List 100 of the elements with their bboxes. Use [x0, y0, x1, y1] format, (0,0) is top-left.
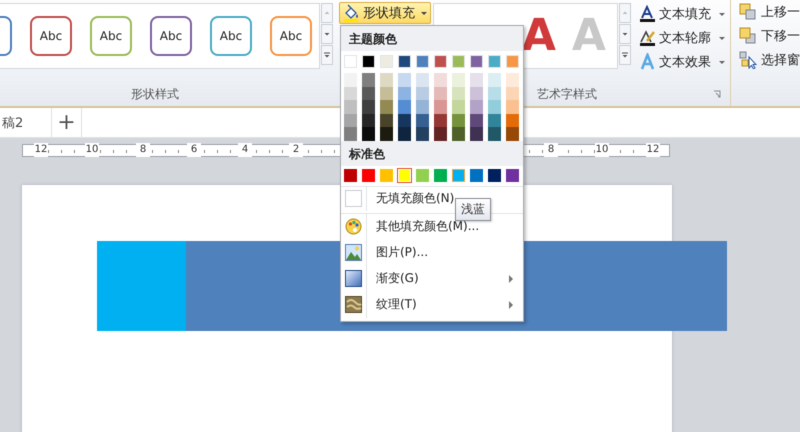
color-swatch[interactable]: [506, 168, 519, 182]
ruler-number: 4: [238, 143, 252, 157]
color-swatch[interactable]: [344, 100, 357, 114]
arrange-button[interactable]: 选择窗: [739, 50, 800, 70]
color-swatch[interactable]: [488, 127, 501, 140]
ruler-number: 2: [289, 143, 303, 157]
landscape-picture-icon: [345, 244, 362, 261]
scroll-down-button[interactable]: [321, 24, 333, 44]
color-swatch[interactable]: [434, 127, 447, 140]
color-swatch[interactable]: [380, 168, 393, 182]
color-swatch[interactable]: [362, 127, 375, 140]
shape-style-option[interactable]: Abc: [30, 16, 72, 56]
shape-style-option[interactable]: Abc: [150, 16, 192, 56]
color-swatch[interactable]: [488, 73, 501, 86]
color-swatch[interactable]: [398, 127, 411, 140]
shape-style-option[interactable]: Abc: [90, 16, 132, 56]
color-swatch[interactable]: [506, 86, 519, 100]
color-swatch[interactable]: [398, 114, 411, 127]
gradient-square-icon: [345, 270, 362, 287]
document-tab[interactable]: 稿2: [0, 108, 52, 137]
color-swatch[interactable]: [452, 127, 465, 140]
color-swatch[interactable]: [398, 168, 411, 182]
color-swatch[interactable]: [470, 73, 483, 86]
text-format-button[interactable]: 文本轮廓: [638, 28, 725, 48]
color-swatch[interactable]: [506, 127, 519, 140]
color-swatch[interactable]: [398, 100, 411, 114]
color-swatch[interactable]: [470, 127, 483, 140]
scroll-up-button[interactable]: [618, 3, 631, 23]
color-swatch[interactable]: [380, 100, 393, 114]
color-swatch[interactable]: [362, 168, 375, 182]
color-swatch[interactable]: [380, 73, 393, 86]
wordart-style-option[interactable]: A: [522, 11, 556, 61]
color-swatch[interactable]: [488, 86, 501, 100]
empty-square-icon: [345, 190, 362, 207]
ruler-number: 12: [34, 143, 48, 157]
color-swatch[interactable]: [380, 127, 393, 140]
text-effect-icon: [638, 53, 656, 71]
paint-bucket-icon: [343, 4, 361, 22]
ruler-number: 12: [646, 143, 660, 157]
more-button[interactable]: [618, 45, 631, 65]
new-tab-button[interactable]: +: [52, 108, 82, 137]
tooltip: 浅蓝: [455, 198, 491, 221]
arrange-button[interactable]: 下移一: [739, 26, 800, 46]
color-swatch[interactable]: [506, 114, 519, 127]
color-swatch[interactable]: [380, 114, 393, 127]
color-swatch[interactable]: [506, 100, 519, 114]
color-swatch[interactable]: [506, 73, 519, 86]
color-swatch[interactable]: [452, 114, 465, 127]
color-swatch[interactable]: [380, 86, 393, 100]
color-swatch[interactable]: [362, 100, 375, 114]
color-swatch[interactable]: [488, 168, 501, 182]
color-swatch[interactable]: [434, 100, 447, 114]
color-swatch[interactable]: [434, 86, 447, 100]
menu-heading: 标准色: [341, 140, 523, 166]
color-swatch[interactable]: [470, 168, 483, 182]
color-swatch[interactable]: [344, 73, 357, 86]
color-swatch[interactable]: [434, 168, 447, 182]
menu-item[interactable]: 图片(P)...: [341, 240, 523, 266]
color-swatch[interactable]: [416, 127, 429, 140]
color-swatch[interactable]: [488, 100, 501, 114]
color-swatch[interactable]: [362, 86, 375, 100]
color-swatch[interactable]: [344, 86, 357, 100]
color-swatch[interactable]: [416, 73, 429, 86]
text-format-button[interactable]: 文本填充: [638, 4, 725, 24]
color-swatch[interactable]: [434, 73, 447, 86]
color-swatch[interactable]: [452, 168, 465, 182]
menu-item[interactable]: 纹理(T): [341, 292, 523, 318]
menu-item[interactable]: 渐变(G): [341, 266, 523, 292]
color-swatch[interactable]: [470, 114, 483, 127]
arrange-button[interactable]: 上移一: [739, 2, 800, 22]
shape-fill-button[interactable]: 形状填充: [339, 2, 431, 24]
color-swatch[interactable]: [416, 114, 429, 127]
color-swatch[interactable]: [416, 100, 429, 114]
stacked-squares-icon: [739, 3, 757, 21]
text-format-button[interactable]: 文本效果: [638, 52, 725, 72]
color-swatch[interactable]: [416, 86, 429, 100]
color-swatch[interactable]: [452, 73, 465, 86]
ruler-number: 6: [187, 143, 201, 157]
color-swatch[interactable]: [362, 114, 375, 127]
ruler-number: 10: [595, 143, 609, 157]
color-swatch[interactable]: [398, 86, 411, 100]
group-label: 形状样式: [130, 86, 180, 103]
dialog-launcher-icon[interactable]: [713, 90, 722, 99]
color-swatch[interactable]: [470, 100, 483, 114]
color-swatch[interactable]: [344, 127, 357, 140]
color-swatch[interactable]: [488, 114, 501, 127]
color-swatch[interactable]: [452, 86, 465, 100]
color-swatch[interactable]: [470, 86, 483, 100]
shape-style-option[interactable]: Abc: [210, 16, 252, 56]
color-swatch[interactable]: [416, 168, 429, 182]
rectangle-shape[interactable]: [97, 241, 186, 331]
text-fill-icon: [638, 5, 656, 23]
more-button[interactable]: [321, 45, 333, 65]
color-swatch[interactable]: [344, 168, 357, 182]
color-swatch[interactable]: [398, 73, 411, 86]
color-swatch[interactable]: [344, 114, 357, 127]
color-swatch[interactable]: [452, 100, 465, 114]
color-swatch[interactable]: [362, 73, 375, 86]
color-swatch[interactable]: [434, 114, 447, 127]
shape-style-option[interactable]: Abc: [270, 16, 312, 56]
